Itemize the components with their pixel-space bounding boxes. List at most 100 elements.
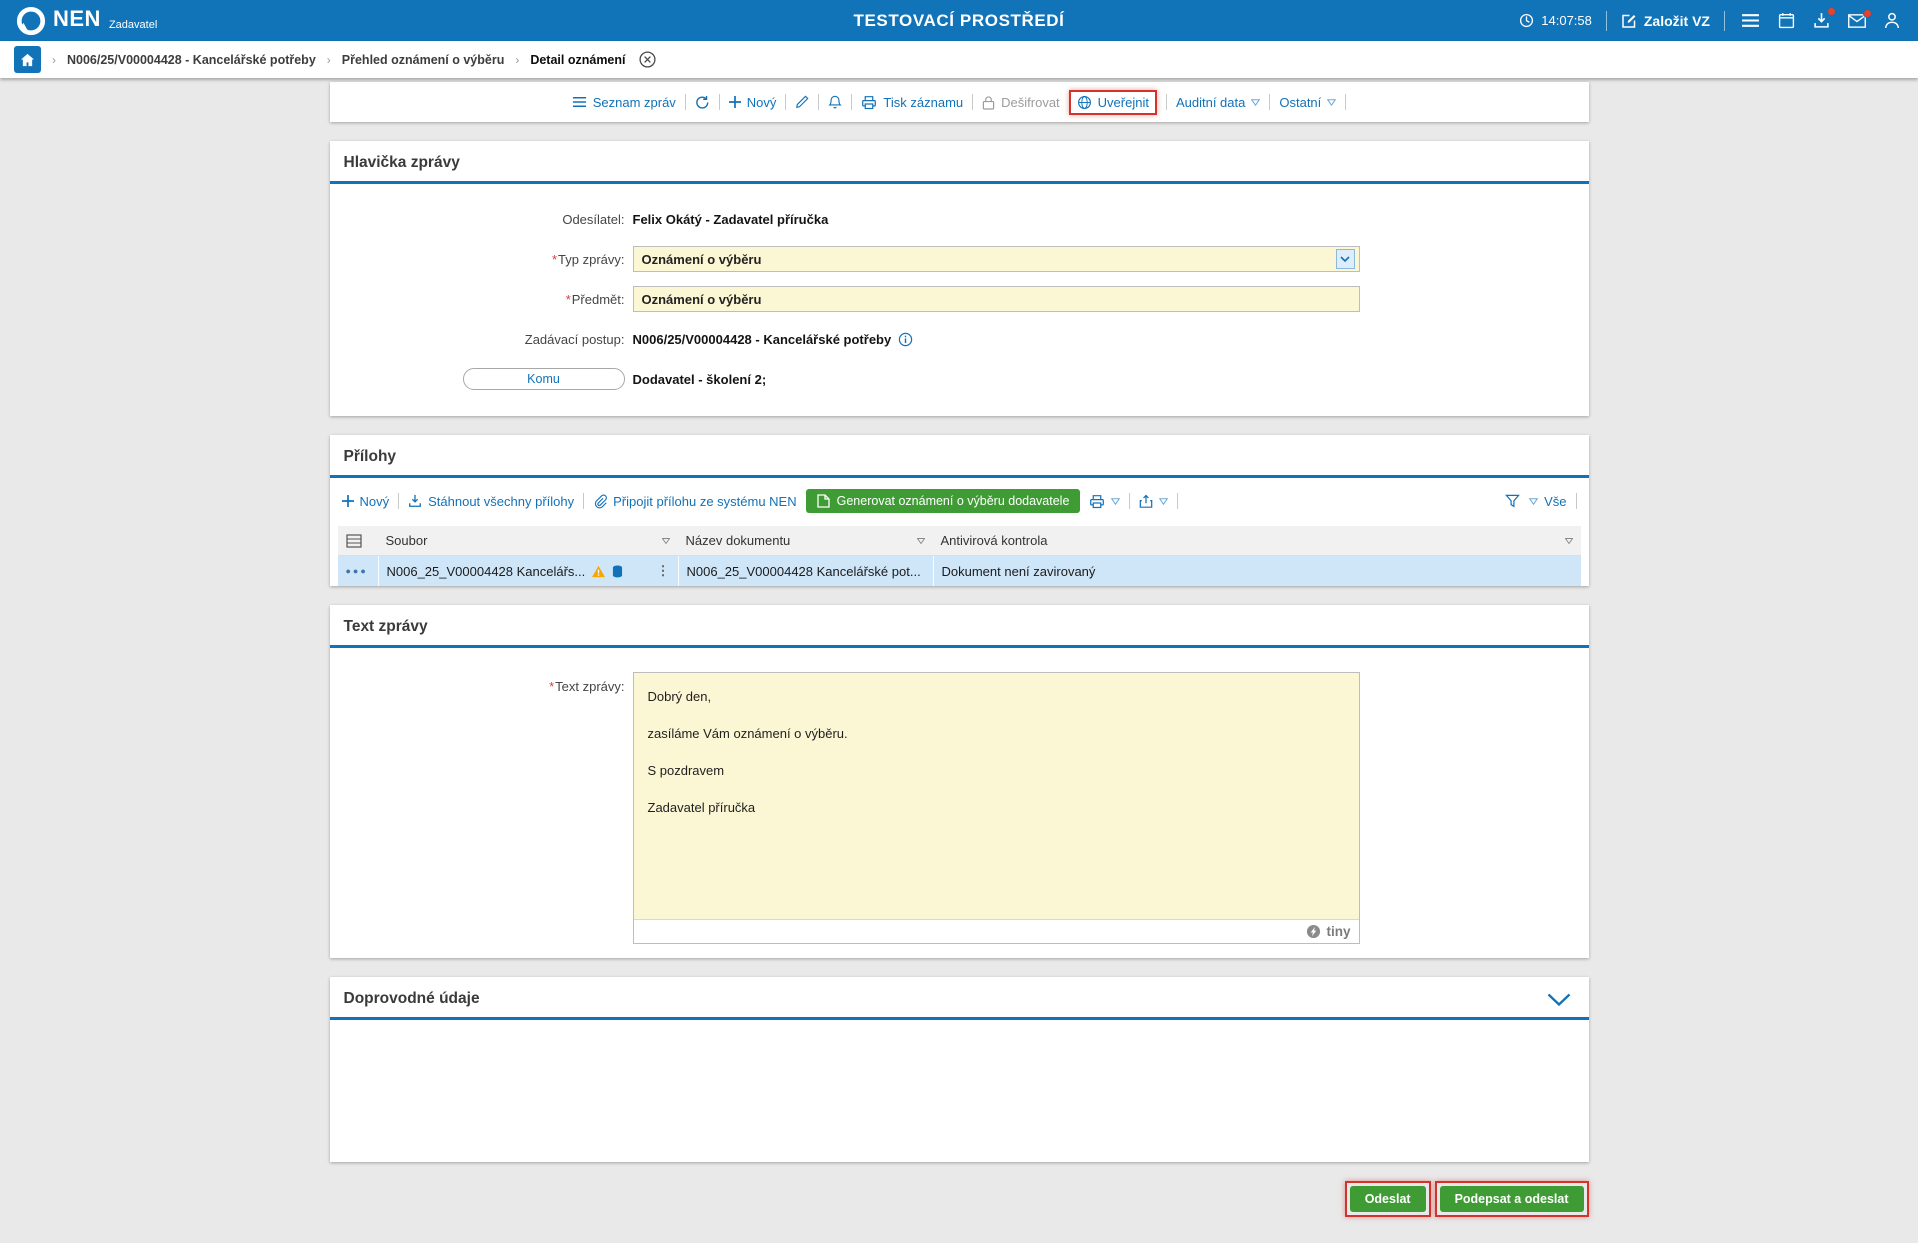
row-menu-cell[interactable]: ●●● (338, 556, 378, 586)
collapse-section-button[interactable] (1543, 991, 1575, 1008)
attachments-table: Soubor Název dokumentu Antivirová kontro… (338, 526, 1581, 586)
column-filter-icon[interactable] (917, 538, 925, 544)
menu-button[interactable] (1739, 11, 1762, 30)
messages-button[interactable] (1846, 12, 1868, 30)
required-marker: * (552, 252, 557, 267)
toolbar-divider (1269, 94, 1270, 110)
column-filter-icon[interactable] (662, 538, 670, 544)
app-role: Zadavatel (109, 19, 157, 31)
filter-button[interactable] (1505, 494, 1520, 508)
user-profile-button[interactable] (1882, 10, 1902, 31)
breadcrumb-item-procedure[interactable]: N006/25/V00004428 - Kancelářské potřeby (67, 53, 316, 67)
list-icon (572, 96, 587, 108)
rich-text-editor: Dobrý den, zasíláme Vám oznámení o výběr… (633, 672, 1360, 944)
komu-button[interactable]: Komu (463, 368, 625, 390)
seznam-zprav-button[interactable]: Seznam zpráv (572, 95, 676, 110)
downloads-button[interactable] (1811, 10, 1832, 31)
column-filter-icon[interactable] (1565, 538, 1573, 544)
generovat-oznameni-button[interactable]: Generovat oznámení o výběru dodavatele (806, 489, 1081, 513)
breadcrumb-item-overview[interactable]: Přehled oznámení o výběru (342, 53, 505, 67)
typ-zpravy-label-text: Typ zprávy: (558, 252, 624, 267)
breadcrumb: › N006/25/V00004428 - Kancelářské potřeb… (0, 41, 1918, 78)
download-icon (408, 494, 422, 508)
section-title: Hlavička zprávy (344, 154, 460, 172)
soubor-value: N006_25_V00004428 Kancelářs... (387, 564, 586, 579)
required-marker: * (549, 679, 554, 694)
notifications-button[interactable] (828, 94, 842, 110)
clock-time: 14:07:58 (1519, 13, 1592, 28)
ostatni-button[interactable]: Ostatní (1279, 95, 1336, 110)
column-settings-cell[interactable] (338, 526, 378, 555)
column-header-nazev-dokumentu[interactable]: Název dokumentu (678, 526, 933, 555)
tinymce-logo-icon (1306, 924, 1321, 939)
export-menu-button[interactable] (1139, 494, 1168, 509)
message-paragraph: Zadavatel příručka (648, 800, 1345, 815)
zalozit-vz-button[interactable]: Založit VZ (1621, 13, 1710, 29)
column-header-antivirova-kontrola[interactable]: Antivirová kontrola (933, 526, 1581, 555)
toolbar-divider (1576, 493, 1577, 509)
plus-icon (729, 96, 741, 108)
predmet-label-text: Předmět: (572, 292, 625, 307)
column-header-soubor[interactable]: Soubor (378, 526, 678, 555)
document-icon (817, 494, 830, 508)
seznam-zprav-label: Seznam zpráv (593, 95, 676, 110)
nen-logo-brand[interactable]: NEN Zadavatel (16, 6, 157, 36)
topbar-divider (1606, 11, 1607, 31)
warning-icon[interactable] (591, 565, 606, 578)
calendar-button[interactable] (1776, 10, 1797, 31)
close-icon (639, 51, 656, 68)
printer-icon (1089, 494, 1105, 509)
publish-icon (1077, 95, 1092, 110)
novy-button[interactable]: Nový (729, 95, 777, 110)
auditni-data-button[interactable]: Auditní data (1176, 95, 1260, 110)
nazev-dokumentu-value: N006_25_V00004428 Kancelářské pot... (687, 564, 921, 579)
tisk-zaznamu-label: Tisk záznamu (883, 95, 963, 110)
stahnout-prilohy-button[interactable]: Stáhnout všechny přílohy (408, 494, 574, 509)
edit-square-icon (1621, 13, 1637, 29)
print-menu-button[interactable] (1089, 494, 1120, 509)
vse-label: Vše (1544, 494, 1566, 509)
text-zpravy-textarea[interactable]: Dobrý den, zasíláme Vám oznámení o výběr… (634, 673, 1359, 919)
chevron-down-icon (1251, 99, 1260, 106)
refresh-button[interactable] (695, 95, 710, 110)
tisk-zaznamu-button[interactable]: Tisk záznamu (861, 95, 963, 110)
odesilatel-label: Odesílatel: (330, 212, 633, 227)
zadavaci-postup-value: N006/25/V00004428 - Kancelářské potřeby (633, 332, 892, 347)
signature-icon[interactable] (612, 565, 623, 578)
select-dropdown-button[interactable] (1336, 249, 1355, 269)
pripojit-prilohu-button[interactable]: Připojit přílohu ze systému NEN (593, 494, 797, 509)
edit-button[interactable] (795, 95, 809, 109)
breadcrumb-chevron: › (515, 53, 519, 67)
typ-zpravy-select[interactable]: Oznámení o výběru (633, 246, 1360, 272)
uverejnit-button[interactable]: Uveřejnit (1077, 95, 1149, 110)
toolbar-divider (719, 94, 720, 110)
toolbar-divider (1166, 94, 1167, 110)
chevron-down-icon (1111, 498, 1120, 505)
antivirova-kontrola-cell[interactable]: Dokument není zavirovaný (933, 556, 1581, 586)
vse-filter-button[interactable]: Vše (1529, 494, 1566, 509)
funnel-icon (1505, 494, 1520, 508)
home-button[interactable] (14, 46, 41, 73)
bell-icon (828, 94, 842, 110)
chevron-down-icon (1159, 498, 1168, 505)
toolbar-divider (1177, 493, 1178, 509)
attachment-novy-button[interactable]: Nový (342, 494, 390, 509)
podepsat-a-odeslat-button[interactable]: Podepsat a odeslat (1440, 1186, 1584, 1212)
info-icon[interactable] (898, 332, 913, 347)
attachment-row[interactable]: ●●● N006_25_V00004428 Kancelářs... (338, 556, 1581, 586)
soubor-cell[interactable]: N006_25_V00004428 Kancelářs... (378, 556, 678, 586)
close-tab-button[interactable] (639, 51, 656, 68)
odeslat-button[interactable]: Odeslat (1350, 1186, 1426, 1212)
typ-zpravy-label: *Typ zprávy: (330, 252, 633, 267)
predmet-input[interactable] (633, 286, 1360, 312)
app-name: NEN (53, 6, 101, 32)
breadcrumb-item-current: Detail oznámení (530, 53, 625, 67)
table-columns-icon (346, 534, 362, 548)
breadcrumb-chevron: › (327, 53, 331, 67)
hamburger-icon (1741, 13, 1760, 28)
field-row-komu: Komu Dodavatel - školení 2; (330, 366, 1589, 392)
auditni-data-label: Auditní data (1176, 95, 1245, 110)
message-paragraph: Dobrý den, (648, 689, 1345, 704)
cell-more-icon[interactable]: ⋮ (657, 563, 670, 579)
nazev-dokumentu-cell[interactable]: N006_25_V00004428 Kancelářské pot... (678, 556, 933, 586)
